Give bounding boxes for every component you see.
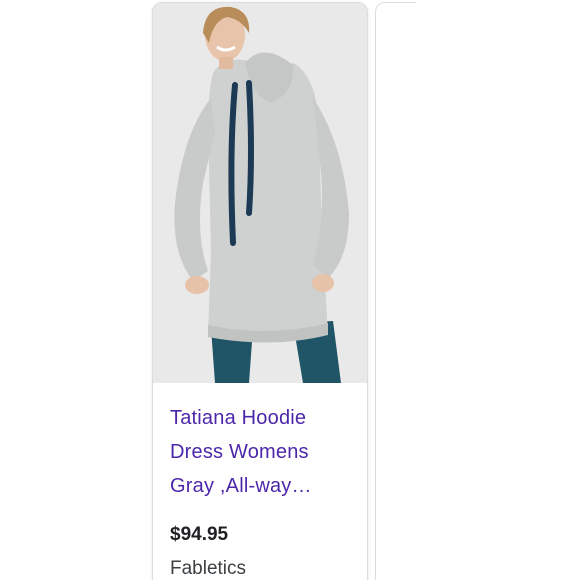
product-price: $94.95 <box>170 524 229 545</box>
next-product-card-edge[interactable] <box>375 2 416 580</box>
product-title-line-1[interactable]: Tatiana Hoodie <box>170 401 360 435</box>
product-title-line-3[interactable]: Gray ,All-way… <box>170 469 360 503</box>
product-title-link[interactable]: Tatiana Hoodie Dress Womens Gray ,All-wa… <box>170 401 360 503</box>
product-card[interactable]: Tatiana Hoodie Dress Womens Gray ,All-wa… <box>152 2 368 580</box>
product-image[interactable] <box>153 3 367 383</box>
merchant-name: Fabletics <box>170 558 247 579</box>
product-photo-illustration <box>153 3 367 383</box>
product-title-line-2[interactable]: Dress Womens <box>170 435 360 469</box>
shopping-results-page: Tatiana Hoodie Dress Womens Gray ,All-wa… <box>0 0 580 580</box>
product-details: Tatiana Hoodie Dress Womens Gray ,All-wa… <box>153 383 367 580</box>
